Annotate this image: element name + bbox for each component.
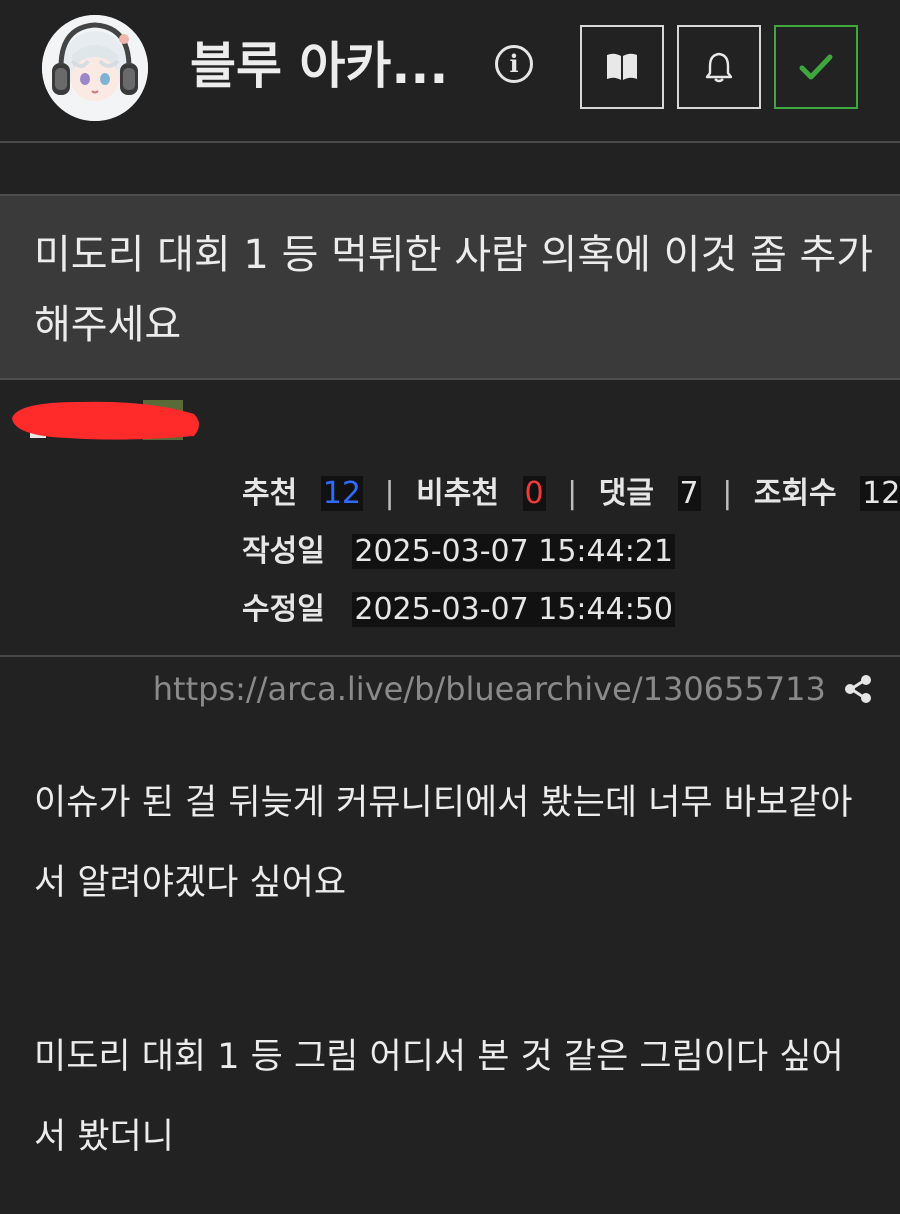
views-label: 조회수 xyxy=(753,476,837,511)
stat-separator: | xyxy=(384,476,395,511)
views-count: 129 xyxy=(860,476,900,511)
share-icon[interactable] xyxy=(842,673,874,705)
author-name-redacted xyxy=(12,400,199,440)
notification-button[interactable] xyxy=(677,25,761,109)
recommend-label: 추천 xyxy=(242,476,298,511)
subscribed-button[interactable] xyxy=(774,25,858,109)
bell-icon xyxy=(705,52,733,83)
stat-separator: | xyxy=(722,476,733,511)
not-recommend-count: 0 xyxy=(522,476,546,511)
comments-label: 댓글 xyxy=(598,476,654,511)
info-icon[interactable]: i xyxy=(495,45,533,83)
not-recommend-label: 비추천 xyxy=(416,476,499,511)
created-label: 작성일 xyxy=(242,534,325,569)
meta-divider xyxy=(0,655,900,657)
stat-separator: | xyxy=(567,476,578,511)
check-icon xyxy=(799,54,833,80)
post-url[interactable]: https://arca.live/b/bluearchive/13065571… xyxy=(153,670,826,708)
comments-count: 7 xyxy=(677,476,701,511)
bookmark-button[interactable] xyxy=(580,25,664,109)
post-body-paragraph: 이슈가 된 걸 뒤늦게 커뮤니티에서 봤는데 너무 바보같아서 알려야겠다 싶어… xyxy=(34,783,853,903)
post-body-paragraph: 미도리 대회 1 등 그림 어디서 본 것 같은 그림이다 싶어서 봤더니 xyxy=(34,1037,844,1157)
created-date: 2025-03-07 15:44:21 xyxy=(352,534,675,569)
recommend-count: 12 xyxy=(320,476,363,511)
post-title: 미도리 대회 1 등 먹튀한 사람 의혹에 이것 좀 추가해주세요 xyxy=(34,232,874,348)
post-stats: 추천 12 | 비추천 0 | 댓글 7 | 조회수 129 xyxy=(242,474,900,514)
modified-date-row: 수정일 2025-03-07 15:44:50 xyxy=(242,590,675,630)
post-title-block: 미도리 대회 1 등 먹튀한 사람 의혹에 이것 좀 추가해주세요 xyxy=(0,194,900,380)
created-date-row: 작성일 2025-03-07 15:44:21 xyxy=(242,532,675,572)
post-url-row: https://arca.live/b/bluearchive/13065571… xyxy=(0,666,874,710)
header-divider xyxy=(0,141,900,143)
channel-title[interactable]: 블루 아카... xyxy=(190,36,480,96)
modified-label: 수정일 xyxy=(242,592,325,627)
channel-avatar[interactable] xyxy=(42,15,148,121)
modified-date: 2025-03-07 15:44:50 xyxy=(352,592,675,627)
book-icon xyxy=(607,53,637,80)
avatar-illustration xyxy=(42,15,148,121)
channel-header: 블루 아카... i xyxy=(0,0,900,142)
